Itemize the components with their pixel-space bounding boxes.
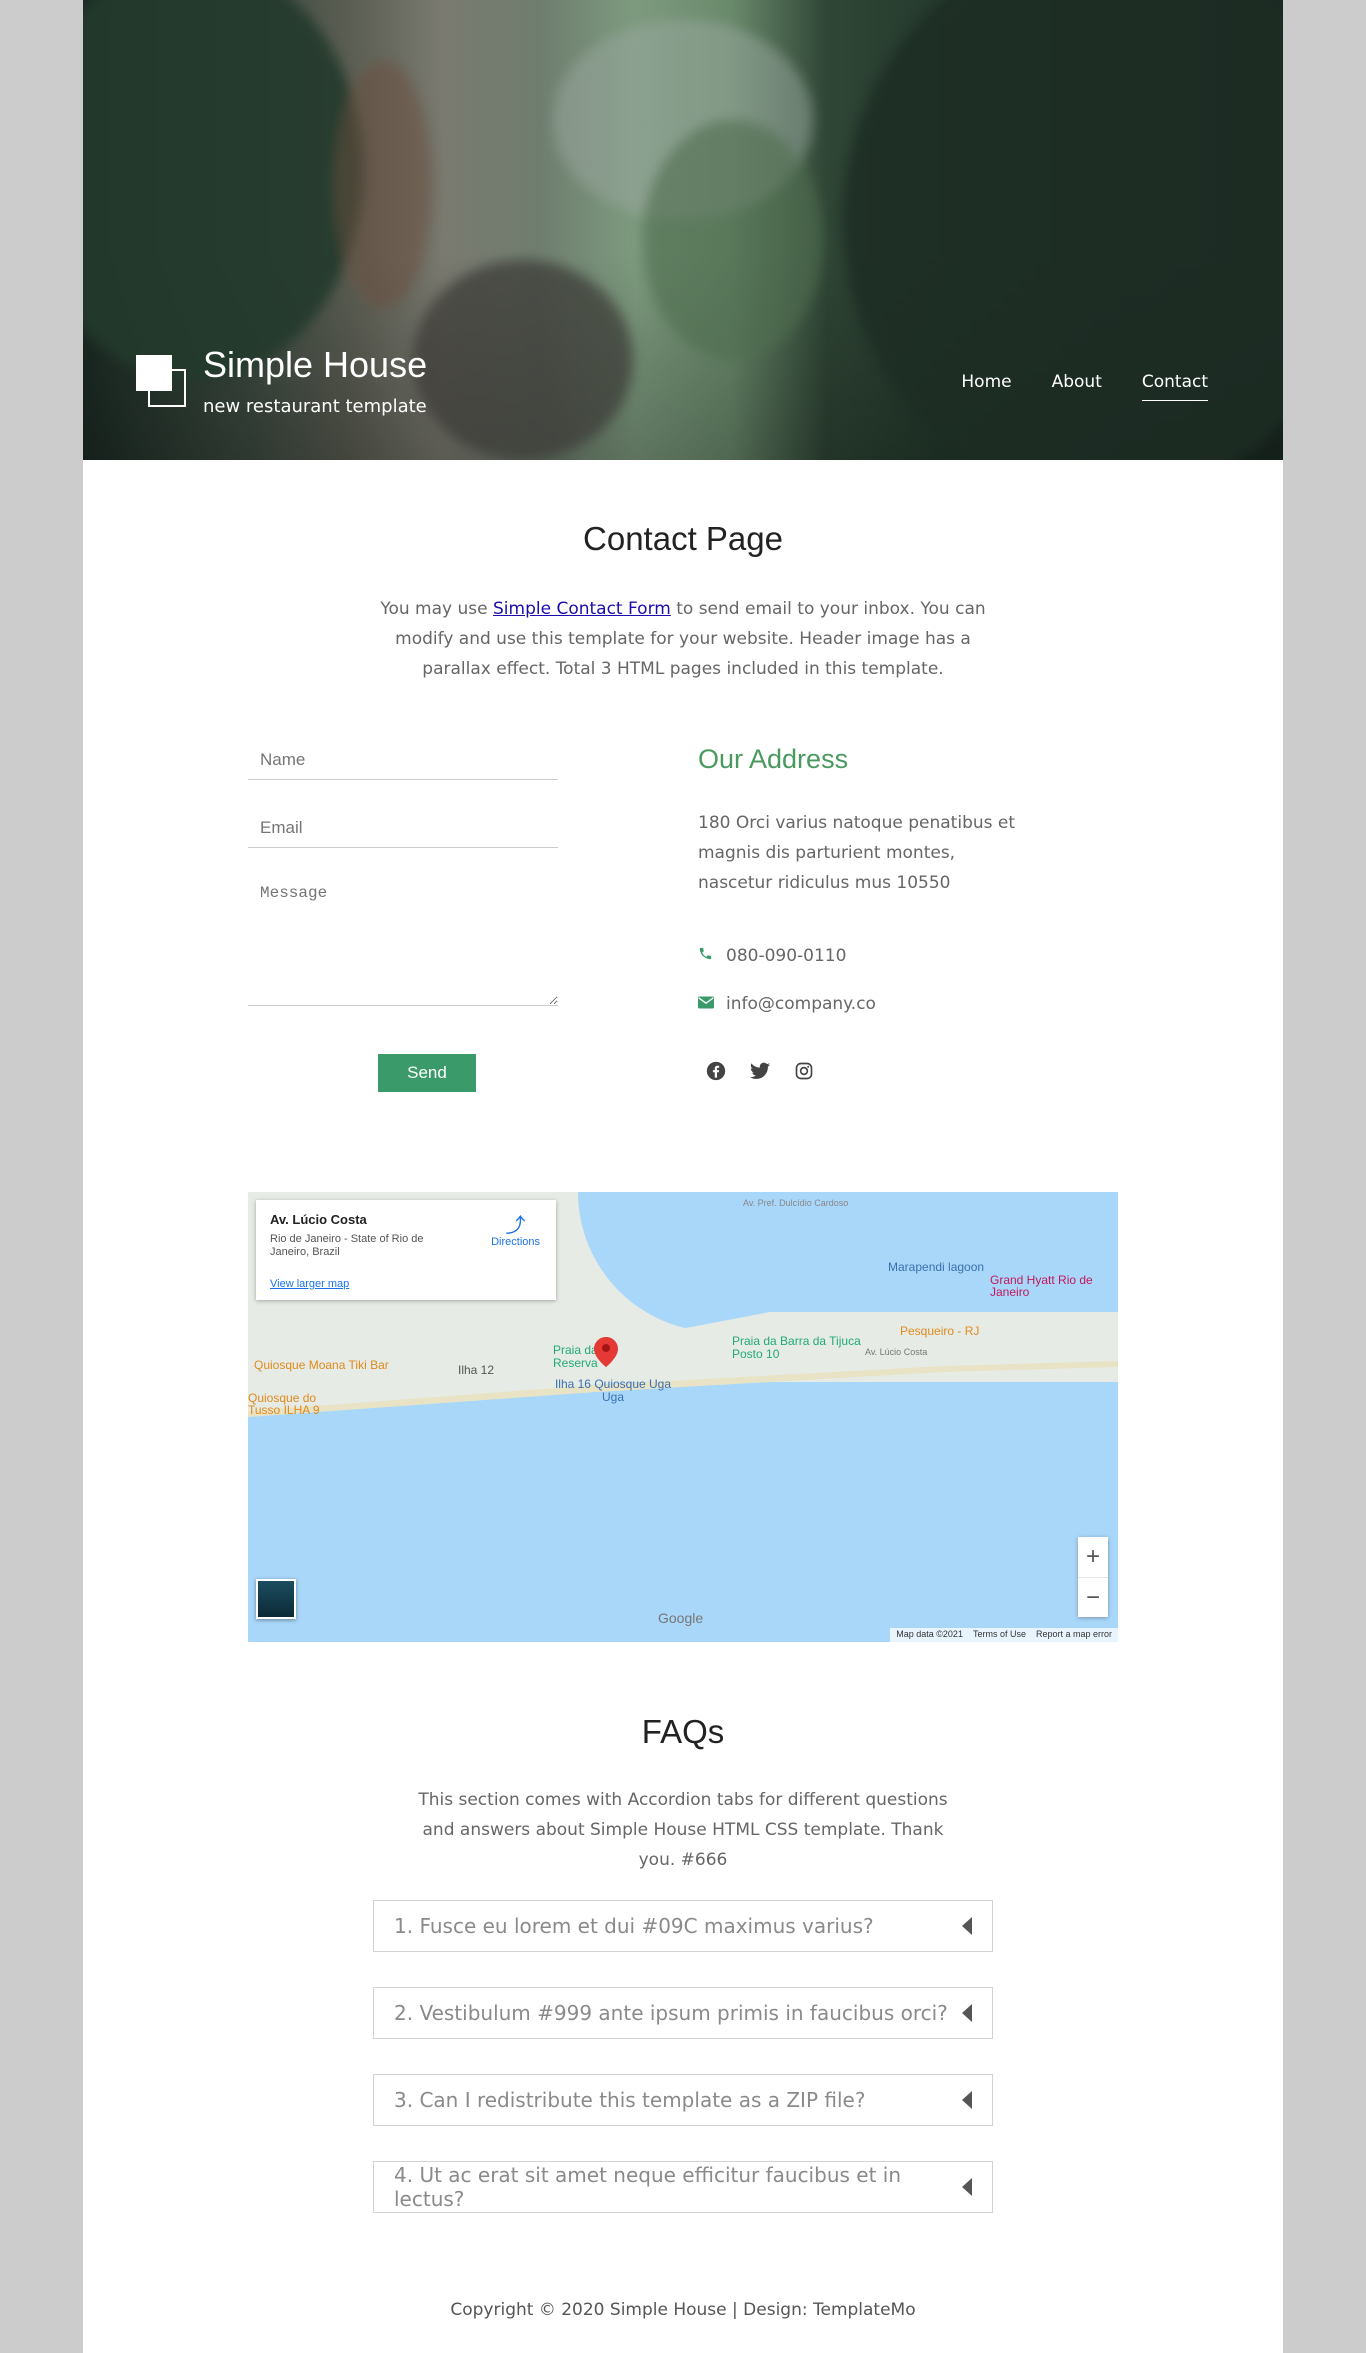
instagram-icon[interactable] [793,1060,815,1082]
zoom-in-button[interactable]: + [1078,1537,1108,1577]
map-info-box: Av. Lúcio Costa Rio de Janeiro - State o… [256,1200,556,1300]
view-larger-map-link[interactable]: View larger map [270,1278,349,1290]
faq-question: 2. Vestibulum #999 ante ipsum primis in … [394,2001,948,2025]
hero-foliage-left [83,0,363,380]
faq-question: 4. Ut ac erat sit amet neque efficitur f… [394,2163,902,2211]
map-label-ilha12[interactable]: Ilha 12 [458,1363,494,1377]
map-label-av-lucio: Av. Lúcio Costa [865,1347,928,1357]
nav-about[interactable]: About [1052,372,1102,401]
map-data-text: Map data ©2021 [896,1629,963,1639]
faq-item-2[interactable]: 2. Vestibulum #999 ante ipsum primis in … [373,1987,993,2039]
terms-of-use-link[interactable]: Terms of Use [973,1629,1026,1641]
report-map-error-link[interactable]: Report a map error [1036,1629,1112,1641]
brand-subtitle: new restaurant template [203,396,427,417]
address-text: 180 Orci varius natoque penatibus et mag… [698,813,1016,893]
google-map[interactable]: Marapendi lagoon Av. Pref. Dulcídio Card… [248,1192,1118,1642]
social-links [705,1060,815,1082]
intro-text-start: You may use [380,599,493,619]
map-label-grand-hyatt[interactable]: Grand Hyatt Rio de Janeiro [990,1274,1110,1298]
map-marker-icon[interactable] [594,1337,618,1367]
caret-left-icon [962,1917,972,1935]
caret-left-icon [962,2091,972,2109]
map-label-dulcidio: Av. Pref. Dulcídio Cardoso [743,1198,849,1208]
faq-intro: This section comes with Accordion tabs f… [418,1790,948,1870]
facebook-icon[interactable] [705,1060,727,1082]
envelope-icon [698,994,726,1014]
hero-diners [413,260,633,460]
page: Simple House new restaurant template Hom… [83,0,1283,2353]
hero-building [333,60,433,310]
zoom-out-button[interactable]: − [1078,1577,1108,1617]
faq-item-1[interactable]: 1. Fusce eu lorem et dui #09C maximus va… [373,1900,993,1952]
name-field[interactable] [248,740,558,780]
contact-form [248,740,558,1006]
map-label-tusso[interactable]: Quiosque do Tusso ILHA 9 [248,1392,320,1416]
faq-question: 3. Can I redistribute this template as a… [394,2088,866,2112]
email-field[interactable] [248,808,558,848]
map-place-subtitle: Rio de Janeiro - State of Rio de Janeiro… [270,1233,424,1258]
caret-left-icon [962,2004,972,2022]
phone-row: 080-090-0110 [698,946,846,966]
directions-icon: ⤴ [505,1215,526,1237]
logo-icon[interactable] [136,355,188,411]
map-satellite-toggle[interactable] [256,1579,296,1619]
contact-intro: You may use Simple Contact Form to send … [363,594,1003,684]
hero-tree [643,120,823,360]
main-nav: Home About Contact [961,372,1208,401]
hero-header: Simple House new restaurant template Hom… [83,0,1283,460]
directions-label: Directions [491,1236,540,1248]
map-label-lagoon: Marapendi lagoon [888,1260,985,1274]
message-field[interactable] [248,876,558,1006]
send-button[interactable]: Send [378,1054,476,1092]
directions-button[interactable]: ⤴ Directions [491,1216,540,1248]
map-attribution: Map data ©2021 Terms of Use Report a map… [890,1628,1118,1642]
contact-page-title: Contact Page [583,520,783,557]
email-address[interactable]: info@company.co [726,994,876,1014]
nav-home[interactable]: Home [961,372,1011,401]
map-zoom-controls: + − [1078,1537,1108,1617]
email-row: info@company.co [698,994,876,1014]
caret-left-icon [962,2178,972,2196]
twitter-icon[interactable] [749,1060,771,1082]
faq-item-4[interactable]: 4. Ut ac erat sit amet neque efficitur f… [373,2161,993,2213]
nav-contact[interactable]: Contact [1141,372,1208,401]
phone-number[interactable]: 080-090-0110 [726,946,846,966]
google-logo: Google [658,1610,704,1626]
address-title: Our Address [698,744,849,774]
faq-item-3[interactable]: 3. Can I redistribute this template as a… [373,2074,993,2126]
map-label-moana[interactable]: Quiosque Moana Tiki Bar [254,1358,389,1372]
faq-question: 1. Fusce eu lorem et dui #09C maximus va… [394,1914,874,1938]
faq-title: FAQs [641,1713,725,1750]
map-label-ilha16[interactable]: Ilha 16 Quiosque Uga Uga [548,1378,678,1404]
map-label-praia-barra[interactable]: Praia da Barra da Tijuca Posto 10 [732,1335,862,1361]
map-label-pesqueiro[interactable]: Pesqueiro - RJ [900,1324,979,1338]
footer-copyright: Copyright © 2020 Simple House | Design: … [450,2300,916,2320]
brand-title[interactable]: Simple House [203,344,427,386]
map-lagoon [578,1192,1118,1332]
simple-contact-form-link[interactable]: Simple Contact Form [493,599,671,619]
phone-icon [698,946,726,966]
